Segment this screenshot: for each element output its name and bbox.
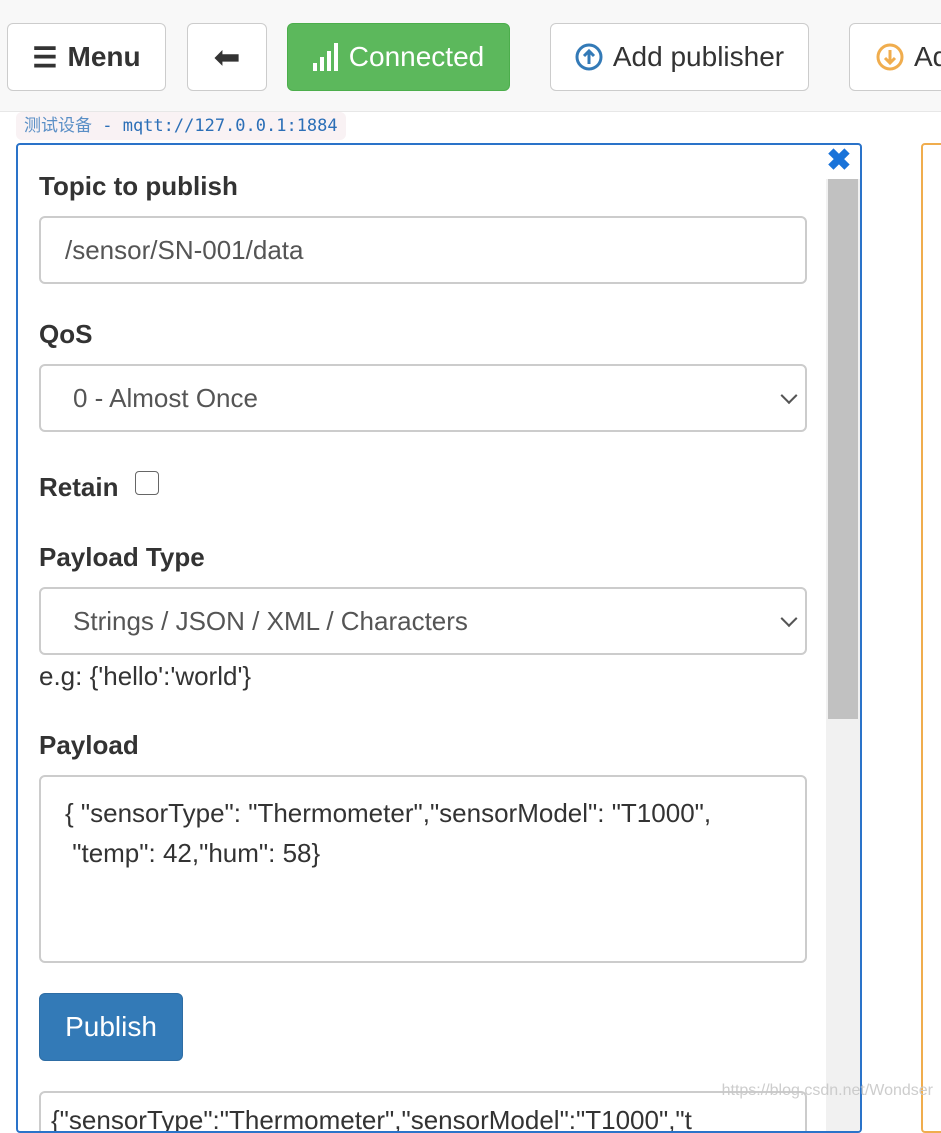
subscriber-panel (921, 143, 941, 1133)
qos-label: QoS (39, 319, 93, 349)
toolbar: ☰ Menu ⬅ Connected Add publisher Ad (0, 0, 941, 112)
connected-button[interactable]: Connected (287, 23, 510, 91)
watermark: https://blog.csdn.net/Wondser (721, 1082, 933, 1099)
scrollbar-thumb[interactable] (828, 179, 858, 719)
payload-label: Payload (39, 730, 139, 760)
chevron-down-icon (780, 610, 798, 628)
back-button[interactable]: ⬅ (187, 23, 267, 91)
retain-label: Retain (39, 472, 119, 502)
menu-icon: ☰ (32, 41, 58, 73)
scrollbar[interactable] (826, 179, 860, 1131)
add-publisher-button[interactable]: Add publisher (550, 23, 809, 91)
payload-hint: e.g: {'hello':'world'} (39, 661, 252, 691)
publisher-panel: ✖ Topic to publish /sensor/SN-001/data Q… (16, 143, 862, 1133)
publish-button[interactable]: Publish (39, 993, 183, 1061)
menu-button[interactable]: ☰ Menu (7, 23, 166, 91)
payload-textarea[interactable]: { "sensorType": "Thermometer","sensorMod… (39, 775, 807, 963)
last-message: {"sensorType":"Thermometer","sensorModel… (39, 1091, 807, 1131)
close-icon[interactable]: ✖ (826, 145, 852, 179)
payload-type-select[interactable]: Strings / JSON / XML / Characters (39, 587, 807, 655)
arrow-up-circle-icon (575, 43, 603, 71)
arrow-down-circle-icon (876, 43, 904, 71)
retain-checkbox[interactable] (135, 471, 159, 495)
arrow-left-icon: ⬅ (213, 39, 241, 75)
qos-select[interactable]: 0 - Almost Once (39, 364, 807, 432)
chevron-down-icon (780, 387, 798, 405)
connection-label: 测试设备 - mqtt://127.0.0.1:1884 (16, 112, 346, 140)
signal-icon (312, 43, 338, 71)
add-subscriber-button[interactable]: Ad (849, 23, 941, 91)
payload-type-label: Payload Type (39, 542, 205, 572)
topic-input[interactable]: /sensor/SN-001/data (39, 216, 807, 284)
topic-label: Topic to publish (39, 171, 238, 201)
